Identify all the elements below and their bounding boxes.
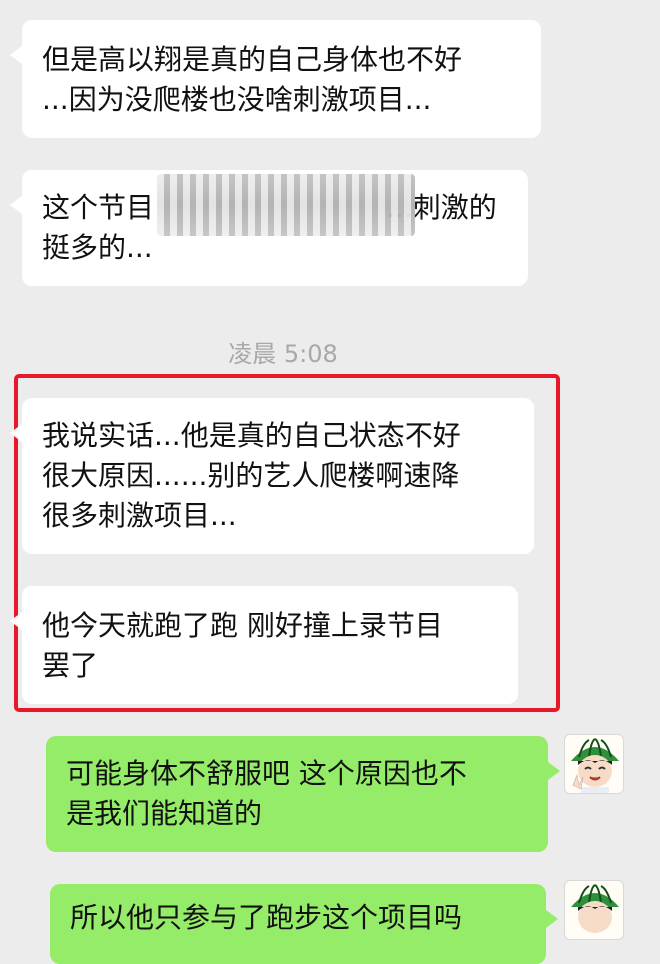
message-bubble-incoming[interactable]: 他今天就跑了跑 刚好撞上录节目 罢了 (10, 586, 518, 704)
message-bubble-outgoing[interactable]: 所以他只参与了跑步这个项目吗 (50, 884, 558, 964)
user-avatar[interactable] (564, 880, 624, 940)
message-text-line: 但是高以翔是真的自己身体也不好 (42, 43, 463, 76)
message-text-line: 可能身体不舒服吧 这个原因也不 (66, 757, 467, 790)
message-text-line: 很大原因......别的艺人爬楼啊速降 (42, 459, 460, 492)
user-avatar[interactable] (564, 734, 624, 794)
message-bubble-incoming[interactable]: 这个节目 ...刺激的 挺多的... (10, 170, 528, 286)
message-text-line: 是我们能知道的 (66, 797, 263, 830)
message-text-fragment: 这个节目 (42, 191, 155, 224)
message-text-line: 很多刺激项目... (42, 499, 237, 532)
message-bubble-outgoing[interactable]: 可能身体不舒服吧 这个原因也不 是我们能知道的 (46, 736, 560, 852)
message-bubble-incoming[interactable]: 但是高以翔是真的自己身体也不好 ...因为没爬楼也没啥刺激项目... (10, 20, 541, 138)
message-timestamp: 凌晨 5:08 (228, 340, 338, 368)
redaction-blur (157, 174, 415, 236)
message-text-line: 我说实话...他是真的自己状态不好 (42, 419, 461, 452)
message-text-line: 所以他只参与了跑步这个项目吗 (70, 901, 463, 934)
message-text-line: 他今天就跑了跑 刚好撞上录节目 (42, 609, 443, 642)
cartoon-boy-watermelon-hat-icon (571, 884, 619, 933)
message-bubble-incoming[interactable]: 我说实话...他是真的自己状态不好 很大原因......别的艺人爬楼啊速降 很多… (10, 398, 534, 554)
message-text-line: 罢了 (42, 649, 99, 682)
message-text-line: ...因为没爬楼也没啥刺激项目... (42, 83, 432, 116)
cartoon-boy-watermelon-hat-icon (571, 738, 619, 793)
